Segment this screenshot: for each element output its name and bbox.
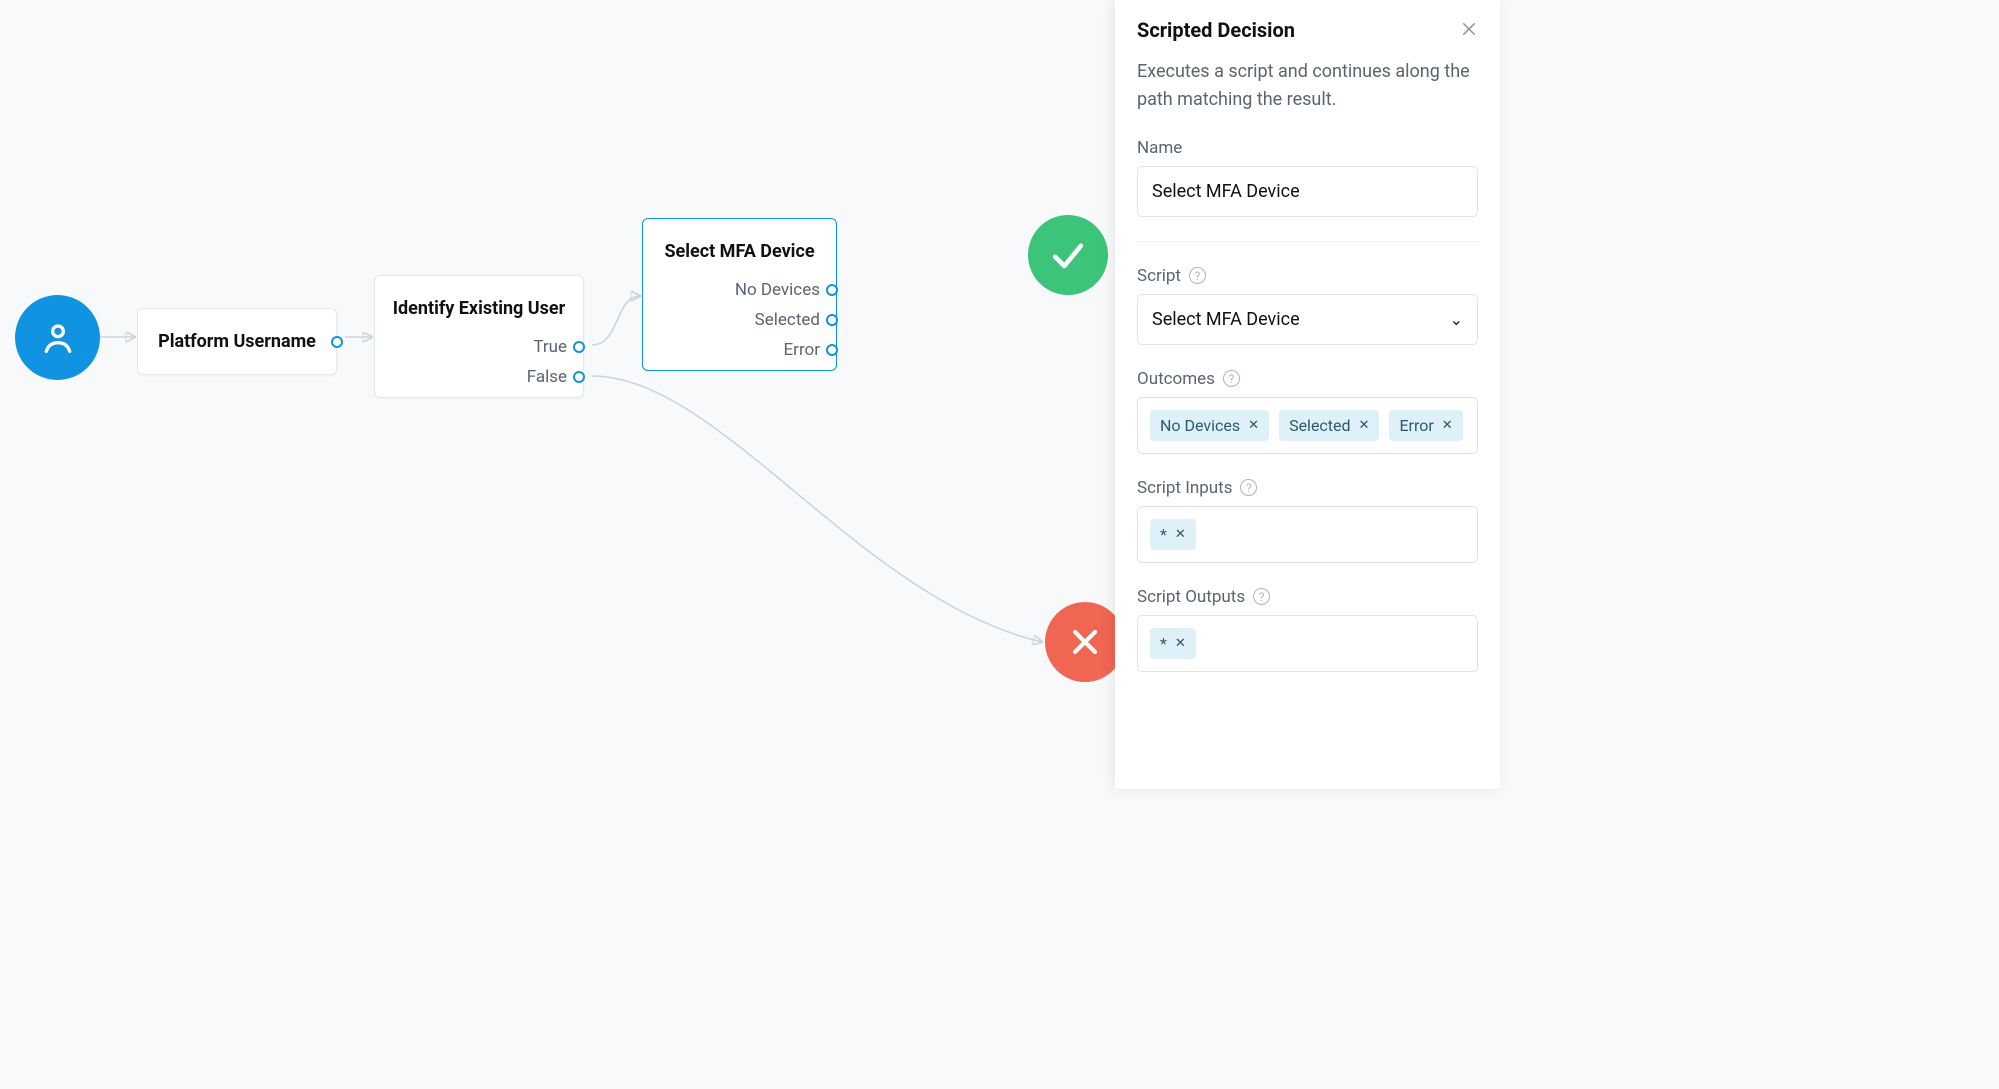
output-port[interactable] [826,284,838,296]
tag-remove[interactable]: ✕ [1175,527,1186,542]
help-icon[interactable]: ? [1253,588,1270,605]
tag-outcome: Error✕ [1389,410,1462,441]
help-icon[interactable]: ? [1223,370,1240,387]
output-row-error[interactable]: Error [784,340,820,360]
output-row-no-devices[interactable]: No Devices [735,280,820,300]
node-title: Platform Username [148,331,326,352]
node-title: Select MFA Device [653,241,826,262]
chevron-down-icon: ⌄ [1450,310,1463,329]
output-port[interactable] [573,341,585,353]
node-platform-username[interactable]: Platform Username [137,308,337,375]
output-row-false[interactable]: False [527,367,567,387]
output-label: Error [784,340,820,360]
label-script-outputs: Script Outputs? [1137,587,1478,607]
tag-input: *✕ [1150,519,1196,550]
script-inputs-tags[interactable]: *✕ [1137,506,1478,563]
label-outcomes: Outcomes? [1137,369,1478,389]
label-script-inputs: Script Inputs? [1137,478,1478,498]
check-icon [1046,233,1090,277]
output-row-true[interactable]: True [533,337,567,357]
output-label: No Devices [735,280,820,300]
output-port[interactable] [826,314,838,326]
name-input[interactable] [1137,166,1478,217]
tag-remove[interactable]: ✕ [1248,418,1259,433]
flow-canvas[interactable]: Platform Username Identify Existing User… [0,0,1115,789]
tag-output: *✕ [1150,628,1196,659]
label-name: Name [1137,138,1478,158]
output-label: Selected [755,310,820,330]
script-selected-value: Select MFA Device [1152,309,1300,330]
result-success-node[interactable] [1028,215,1108,295]
node-identify-existing-user[interactable]: Identify Existing User True False [374,275,584,398]
help-icon[interactable]: ? [1189,267,1206,284]
outcomes-tags[interactable]: No Devices✕ Selected✕ Error✕ [1137,397,1478,454]
start-node[interactable] [15,295,100,380]
label-script: Script? [1137,266,1478,286]
close-icon [1460,20,1478,38]
result-failure-node[interactable] [1045,602,1125,682]
script-outputs-tags[interactable]: *✕ [1137,615,1478,672]
details-panel: Scripted Decision Executes a script and … [1115,0,1500,789]
node-title: Identify Existing User [385,298,573,319]
output-row-selected[interactable]: Selected [755,310,820,330]
panel-divider [1137,241,1478,242]
panel-description: Executes a script and continues along th… [1137,58,1478,114]
tag-remove[interactable]: ✕ [1442,418,1453,433]
panel-title: Scripted Decision [1137,18,1295,42]
tag-outcome: Selected✕ [1279,410,1379,441]
user-icon [38,318,78,358]
tag-remove[interactable]: ✕ [1175,636,1186,651]
output-port[interactable] [826,344,838,356]
tag-outcome: No Devices✕ [1150,410,1269,441]
cross-icon [1065,622,1105,662]
script-select[interactable]: Select MFA Device ⌄ [1137,294,1478,345]
close-button[interactable] [1460,20,1478,41]
output-label: False [527,367,567,387]
output-port[interactable] [331,336,343,348]
tag-remove[interactable]: ✕ [1359,418,1370,433]
node-select-mfa-device[interactable]: Select MFA Device No Devices Selected Er… [642,218,837,371]
output-port[interactable] [573,371,585,383]
output-label: True [533,337,567,357]
help-icon[interactable]: ? [1240,479,1257,496]
